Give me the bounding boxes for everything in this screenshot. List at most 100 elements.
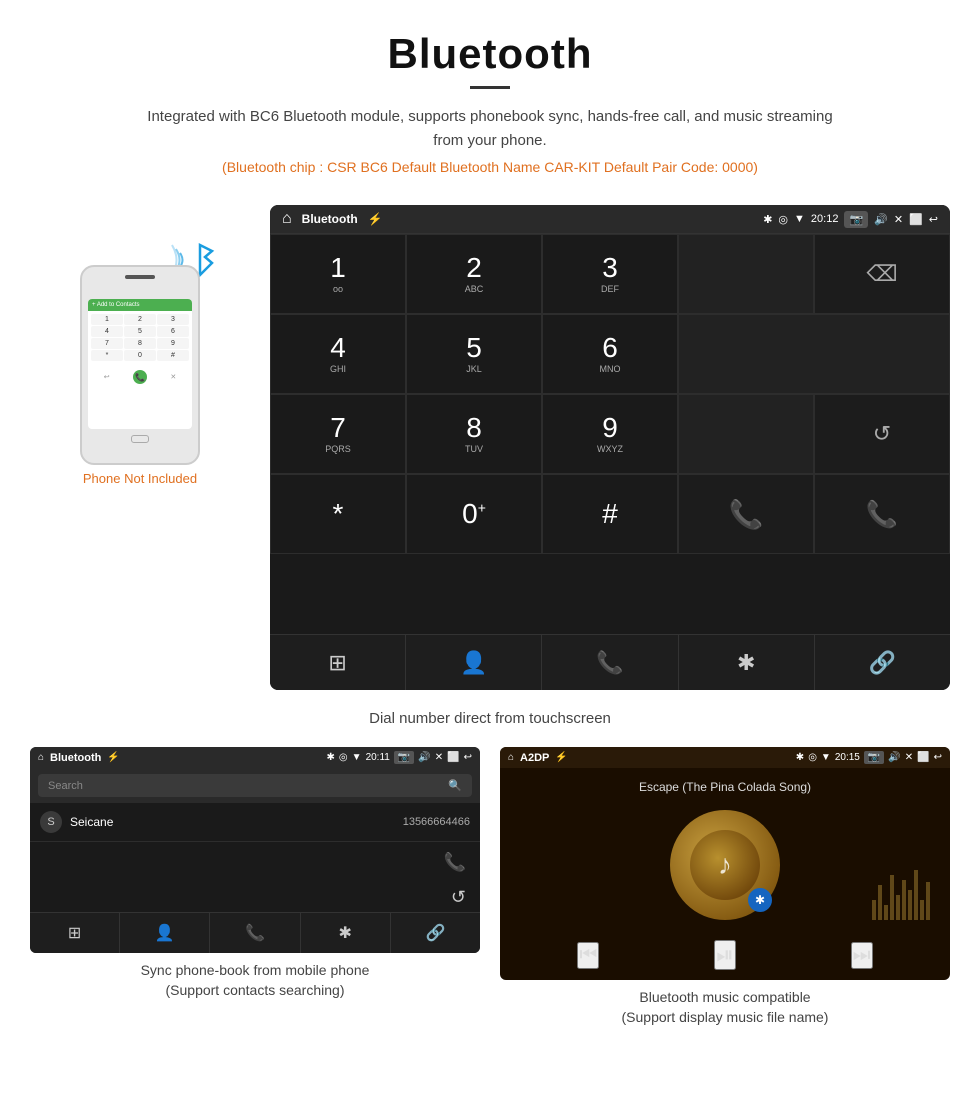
music-prev-button[interactable]: ⏮	[577, 942, 599, 969]
page-header: Bluetooth Integrated with BC6 Bluetooth …	[0, 0, 980, 185]
pb-fullscreen-icon[interactable]: ⬜	[447, 752, 459, 763]
dialpad-grid: 1 oo 2 ABC 3 DEF ⌫ 4 GHI 5 JKL	[270, 233, 950, 634]
dial-key-4[interactable]: 4 GHI	[270, 314, 406, 394]
dial-key-2[interactable]: 2 ABC	[406, 234, 542, 314]
dial-key-6[interactable]: 6 MNO	[542, 314, 678, 394]
phonebook-nav: ⊞ 👤 📞 ✱ 🔗	[30, 912, 480, 953]
music-time: 20:15	[835, 752, 860, 763]
music-back-icon[interactable]: ↩	[934, 752, 942, 763]
dial-key-0[interactable]: 0+	[406, 474, 542, 554]
music-usb-icon: ⚡	[555, 752, 567, 763]
camera-icon[interactable]: 📷	[844, 211, 868, 228]
contact-row[interactable]: S Seicane 13566664466	[30, 803, 480, 842]
status-title: Bluetooth	[302, 212, 358, 226]
bluetooth-specs: (Bluetooth chip : CSR BC6 Default Blueto…	[40, 159, 940, 175]
pb-time: 20:11	[366, 752, 390, 763]
home-icon[interactable]: ⌂	[282, 210, 292, 228]
dial-key-9[interactable]: 9 WXYZ	[542, 394, 678, 474]
dial-key-star[interactable]: *	[270, 474, 406, 554]
album-art: ♪ ✱	[670, 810, 780, 920]
dialpad-status-bar: ⌂ Bluetooth ⚡ ✱ ◎ ▼ 20:12 📷 🔊 ✕ ⬜ ↩	[270, 205, 950, 233]
contact-avatar: S	[40, 811, 62, 833]
music-wifi-icon: ▼	[821, 752, 831, 763]
pb-home-icon[interactable]: ⌂	[38, 752, 44, 763]
pb-call-icon[interactable]: 📞	[430, 842, 480, 883]
dial-key-3[interactable]: 3 DEF	[542, 234, 678, 314]
pb-loc-icon: ◎	[339, 752, 348, 763]
phone-body: + Add to Contacts 1 2 3 4 5 6 7 8 9 * 0	[80, 265, 200, 465]
pb-nav-contacts[interactable]: 👤	[120, 913, 210, 953]
main-content: + Add to Contacts 1 2 3 4 5 6 7 8 9 * 0	[0, 185, 980, 700]
back-icon[interactable]: ↩	[929, 213, 938, 226]
phonebook-block: ⌂ Bluetooth ⚡ ✱ ◎ ▼ 20:11 📷 🔊 ✕ ⬜ ↩	[30, 747, 480, 1027]
fullscreen-icon[interactable]: ⬜	[909, 213, 923, 226]
music-song-title: Escape (The Pina Colada Song)	[500, 768, 950, 800]
pb-title: Bluetooth	[50, 752, 101, 764]
volume-icon[interactable]: 🔊	[874, 213, 888, 226]
nav-link[interactable]: 🔗	[815, 635, 950, 690]
time-display: 20:12	[811, 213, 839, 225]
dial-empty-1	[678, 314, 950, 394]
phone-illustration: + Add to Contacts 1 2 3 4 5 6 7 8 9 * 0	[60, 225, 220, 465]
dial-call-green[interactable]: 📞	[678, 474, 814, 554]
phonebook-status-bar: ⌂ Bluetooth ⚡ ✱ ◎ ▼ 20:11 📷 🔊 ✕ ⬜ ↩	[30, 747, 480, 768]
dial-key-8[interactable]: 8 TUV	[406, 394, 542, 474]
pb-camera-icon[interactable]: 📷	[394, 751, 414, 764]
music-fullscreen-icon[interactable]: ⬜	[917, 752, 929, 763]
dial-empty-2	[678, 394, 814, 474]
music-play-button[interactable]: ⏯	[714, 940, 736, 970]
music-loc-icon: ◎	[808, 752, 817, 763]
close-icon[interactable]: ✕	[894, 213, 903, 226]
pb-refresh-icon[interactable]: ↺	[437, 883, 480, 912]
music-vol-icon[interactable]: 🔊	[888, 752, 900, 763]
page-description: Integrated with BC6 Bluetooth module, su…	[140, 105, 840, 153]
nav-keypad[interactable]: ⊞	[270, 635, 406, 690]
phonebook-caption: Sync phone-book from mobile phone (Suppo…	[141, 961, 370, 1000]
phone-home-button	[131, 435, 149, 443]
pb-nav-bluetooth[interactable]: ✱	[301, 913, 391, 953]
music-controls: ⏮ ⏯ ⏭	[500, 930, 950, 980]
pb-usb-icon: ⚡	[107, 752, 119, 763]
dial-key-5[interactable]: 5 JKL	[406, 314, 542, 394]
music-home-icon[interactable]: ⌂	[508, 752, 514, 763]
usb-icon: ⚡	[368, 212, 383, 226]
music-camera-icon[interactable]: 📷	[864, 751, 884, 764]
music-block: ⌂ A2DP ⚡ ✱ ◎ ▼ 20:15 📷 🔊 ✕ ⬜ ↩ Escape (T	[500, 747, 950, 1027]
music-close-icon[interactable]: ✕	[905, 752, 913, 763]
dial-key-7[interactable]: 7 PQRS	[270, 394, 406, 474]
dial-refresh[interactable]: ↺	[814, 394, 950, 474]
music-note-icon: ♪	[718, 849, 732, 881]
pb-bt-icon: ✱	[327, 752, 335, 763]
contact-number: 13566664466	[403, 816, 470, 828]
dialpad-screen: ⌂ Bluetooth ⚡ ✱ ◎ ▼ 20:12 📷 🔊 ✕ ⬜ ↩ 1 oo	[270, 205, 950, 690]
pb-nav-link[interactable]: 🔗	[391, 913, 480, 953]
music-title-bar: A2DP	[520, 752, 549, 764]
pb-back-icon[interactable]: ↩	[464, 752, 472, 763]
music-caption-line1: Bluetooth music compatible	[639, 989, 810, 1005]
wifi-icon: ▼	[794, 213, 805, 225]
pb-nav-keypad[interactable]: ⊞	[30, 913, 120, 953]
pb-nav-phone[interactable]: 📞	[210, 913, 300, 953]
location-icon: ◎	[778, 213, 788, 226]
nav-contacts[interactable]: 👤	[406, 635, 542, 690]
page-title: Bluetooth	[40, 30, 940, 78]
equalizer-display	[872, 860, 930, 920]
music-next-button[interactable]: ⏭	[851, 942, 873, 969]
phone-not-included-label: Phone Not Included	[83, 471, 197, 486]
nav-phone[interactable]: 📞	[542, 635, 678, 690]
pb-vol-icon[interactable]: 🔊	[418, 752, 430, 763]
dial-key-hash[interactable]: #	[542, 474, 678, 554]
dial-call-red[interactable]: 📞	[814, 474, 950, 554]
search-input-mock[interactable]: Search 🔍	[38, 774, 472, 797]
dial-backspace[interactable]: ⌫	[814, 234, 950, 314]
status-right: ✱ ◎ ▼ 20:12 📷 🔊 ✕ ⬜ ↩	[763, 211, 938, 228]
music-art-area: ♪ ✱	[500, 800, 950, 930]
nav-bluetooth[interactable]: ✱	[679, 635, 815, 690]
music-bt-icon: ✱	[796, 752, 804, 763]
dial-key-1[interactable]: 1 oo	[270, 234, 406, 314]
phonebook-screen: ⌂ Bluetooth ⚡ ✱ ◎ ▼ 20:11 📷 🔊 ✕ ⬜ ↩	[30, 747, 480, 953]
pb-close-icon[interactable]: ✕	[435, 752, 443, 763]
phonebook-caption-line2: (Support contacts searching)	[166, 982, 345, 998]
phonebook-search-area: Search 🔍	[30, 768, 480, 803]
music-screen: ⌂ A2DP ⚡ ✱ ◎ ▼ 20:15 📷 🔊 ✕ ⬜ ↩ Escape (T	[500, 747, 950, 980]
